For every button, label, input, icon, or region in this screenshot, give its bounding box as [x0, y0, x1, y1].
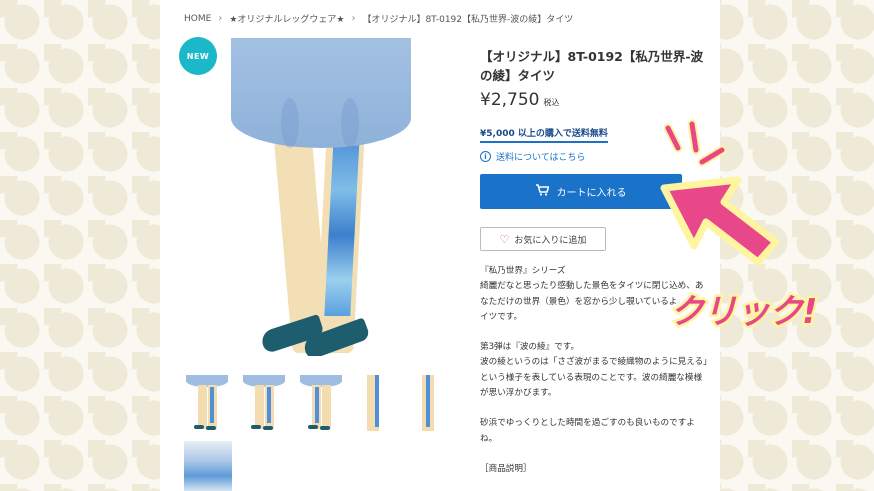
free-shipping-notice: ¥5,000 以上の購入で送料無料: [480, 126, 608, 143]
thumbnail-3[interactable]: [298, 375, 344, 431]
cart-icon: [535, 184, 550, 199]
thumbnail-4[interactable]: [355, 375, 401, 431]
description-paragraph: 砂浜でゆっくりとした時間を過ごすのも良いものですよね。: [480, 418, 695, 444]
breadcrumb-current: 【オリジナル】8T-0192【私乃世界-波の綾】タイツ: [362, 15, 574, 25]
skirt-fold: [341, 98, 359, 148]
chevron-right-icon: ›: [351, 13, 356, 24]
thumbnail-5[interactable]: [412, 375, 452, 431]
thumbnail-6[interactable]: [184, 441, 232, 491]
add-to-favorites-button[interactable]: ♡ お気に入りに追加: [480, 227, 606, 251]
shipping-info-link[interactable]: i 送料についてはこちら: [480, 150, 586, 163]
skirt: [231, 38, 411, 148]
thumbnail-2[interactable]: [241, 375, 287, 431]
price-value: ¥2,750: [480, 90, 540, 110]
favorites-label: お気に入りに追加: [514, 235, 587, 246]
click-callout-text: クリック!: [668, 290, 820, 335]
breadcrumb: HOME › ★オリジナルレッグウェア★ › 【オリジナル】8T-0192【私乃…: [184, 12, 573, 25]
skirt-fold: [281, 98, 299, 148]
breadcrumb-category[interactable]: ★オリジナルレッグウェア★: [229, 12, 344, 25]
thumbnail-1[interactable]: [184, 375, 230, 431]
shipping-info-label: 送料についてはこちら: [496, 153, 586, 163]
product-price: ¥2,750 税込: [480, 90, 559, 110]
breadcrumb-home[interactable]: HOME: [184, 14, 211, 24]
description-paragraph: 第3弾は『波の綾』です。 波の綾というのは「さざ波がまるで綾織物のように見える」…: [480, 342, 708, 399]
add-to-cart-label: カートに入れる: [556, 188, 627, 199]
chevron-right-icon: ›: [218, 13, 223, 24]
tax-label: 税込: [543, 98, 560, 107]
product-main-image[interactable]: [221, 38, 421, 356]
description-paragraph: ［商品説明］: [480, 463, 532, 474]
product-title: 【オリジナル】8T-0192【私乃世界-波の綾】タイツ: [480, 49, 704, 83]
heart-icon: ♡: [499, 232, 510, 246]
info-icon: i: [480, 151, 491, 162]
new-badge: NEW: [179, 37, 217, 75]
